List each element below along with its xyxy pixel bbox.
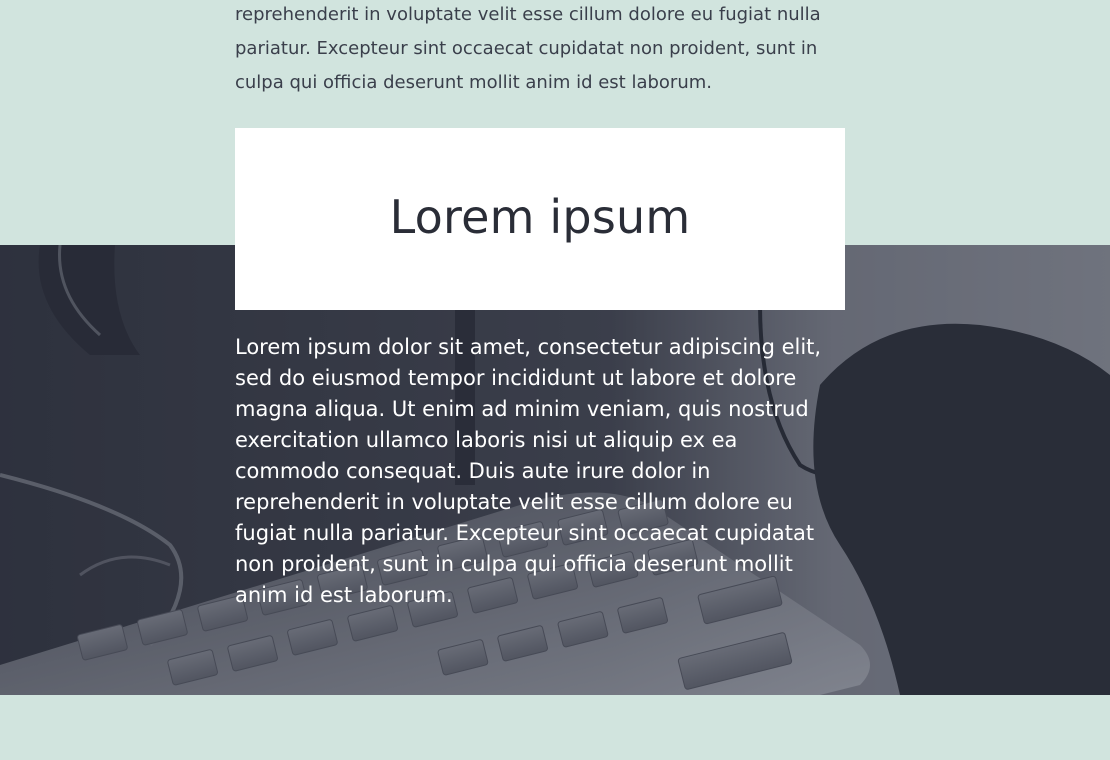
intro-paragraph: reprehenderit in voluptate velit esse ci… — [235, 4, 821, 93]
hero-title: Lorem ipsum — [389, 190, 691, 244]
hero-section: Lorem ipsum dolor sit amet, consectetur … — [0, 245, 1110, 695]
title-card: Lorem ipsum — [235, 128, 845, 310]
hero-paragraph: Lorem ipsum dolor sit amet, consectetur … — [235, 335, 822, 607]
